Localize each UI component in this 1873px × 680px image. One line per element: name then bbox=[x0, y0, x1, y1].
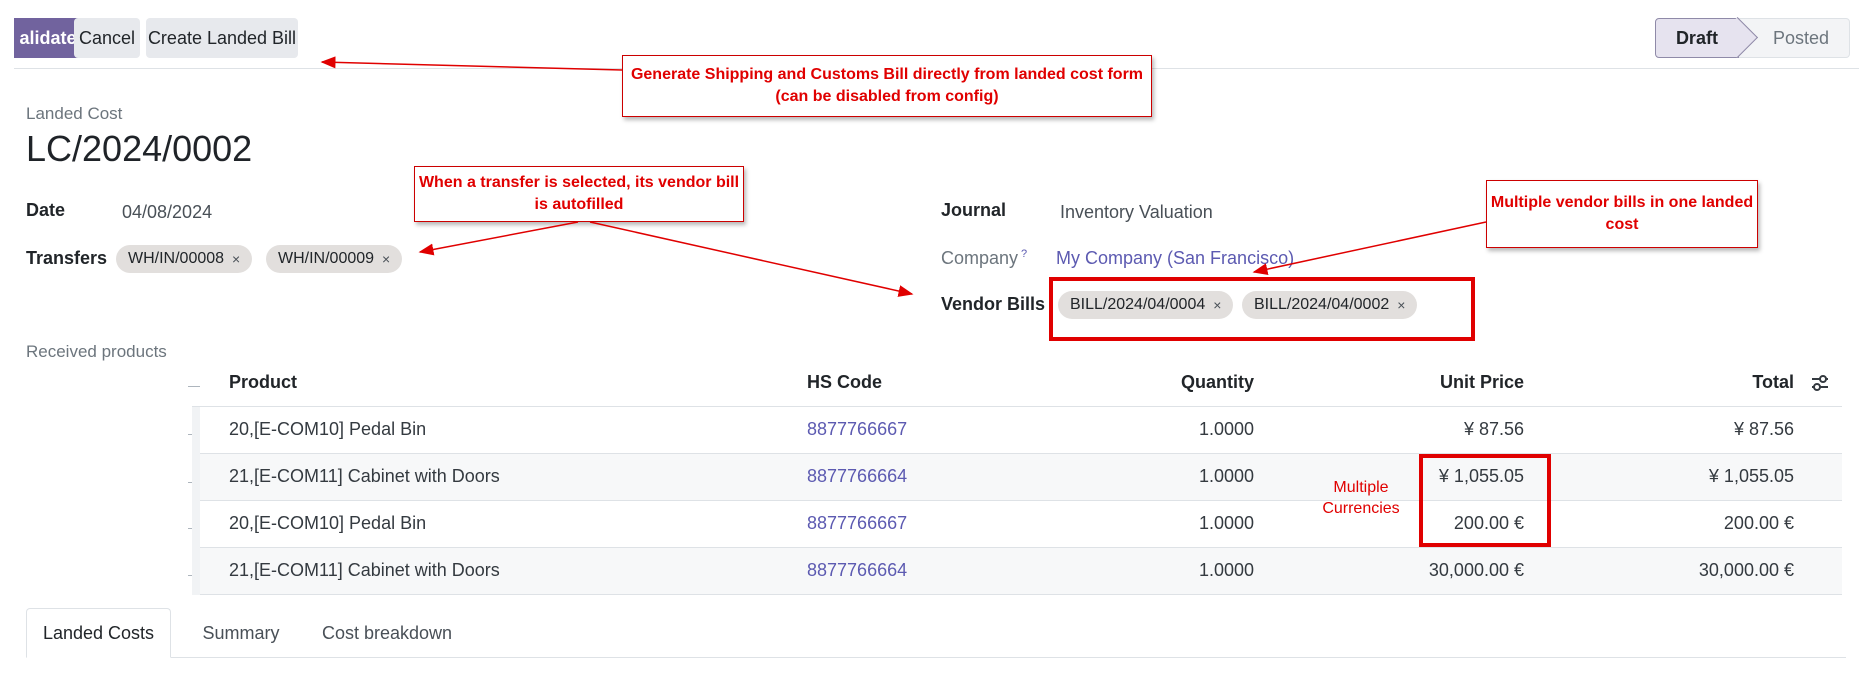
control-panel: alidate Cancel Create Landed Bill Draft … bbox=[14, 0, 1860, 62]
received-products-label: Received products bbox=[26, 342, 167, 361]
table-row[interactable]: 20,[E-COM10] Pedal Bin 8877766667 1.0000… bbox=[192, 407, 1842, 454]
notebook-tabs: Landed Costs Summary Cost breakdown bbox=[26, 608, 1846, 658]
cell-total: ¥ 87.56 bbox=[1733, 419, 1794, 439]
column-header-quantity[interactable]: Quantity bbox=[1114, 372, 1254, 393]
table-row[interactable]: 20,[E-COM10] Pedal Bin 8877766667 1.0000… bbox=[192, 501, 1842, 548]
tab-cost-breakdown[interactable]: Cost breakdown bbox=[312, 608, 462, 658]
highlight-unit-prices bbox=[1419, 454, 1551, 547]
torn-edge bbox=[1859, 0, 1873, 680]
annotation-vendor-bills: Multiple vendor bills in one landed cost bbox=[1486, 180, 1758, 248]
status-bar: Draft Posted bbox=[1654, 18, 1850, 58]
table-row[interactable]: 21,[E-COM11] Cabinet with Doors 88777666… bbox=[192, 454, 1842, 501]
cell-unit-price: ¥ 87.56 bbox=[1463, 419, 1524, 439]
status-draft[interactable]: Draft bbox=[1654, 18, 1739, 58]
highlight-vendor-bills bbox=[1049, 277, 1475, 341]
table-row[interactable]: 21,[E-COM11] Cabinet with Doors 88777666… bbox=[192, 548, 1842, 595]
cell-product: 20,[E-COM10] Pedal Bin bbox=[229, 513, 427, 533]
cell-total: 30,000.00 € bbox=[1698, 560, 1794, 580]
cell-hs-code[interactable]: 8877766667 bbox=[807, 513, 907, 534]
cell-unit-price: 30,000.00 € bbox=[1428, 560, 1524, 580]
cell-product: 20,[E-COM10] Pedal Bin bbox=[229, 419, 427, 439]
page-title: LC/2024/0002 bbox=[26, 128, 253, 169]
annotation-transfer: When a transfer is selected, its vendor … bbox=[414, 166, 744, 222]
company-field[interactable]: My Company (San Francisco) bbox=[1056, 248, 1294, 269]
cell-total: ¥ 1,055.05 bbox=[1708, 466, 1794, 486]
cell-quantity: 1.0000 bbox=[1198, 513, 1254, 533]
help-icon[interactable]: ? bbox=[1021, 248, 1027, 260]
transfers-label: Transfers bbox=[26, 248, 108, 268]
tab-summary[interactable]: Summary bbox=[186, 608, 296, 658]
torn-edge bbox=[0, 668, 1873, 680]
cancel-button[interactable]: Cancel bbox=[74, 18, 140, 58]
sliders-icon[interactable] bbox=[1810, 373, 1830, 398]
cell-quantity: 1.0000 bbox=[1198, 560, 1254, 580]
row-handle-strip bbox=[192, 407, 200, 595]
cell-product: 21,[E-COM11] Cabinet with Doors bbox=[229, 466, 500, 486]
create-landed-bill-button[interactable]: Create Landed Bill bbox=[146, 18, 298, 58]
close-icon[interactable]: × bbox=[232, 251, 240, 267]
close-icon[interactable]: × bbox=[382, 251, 390, 267]
date-field[interactable]: 04/08/2024 bbox=[122, 202, 212, 223]
cell-quantity: 1.0000 bbox=[1198, 419, 1254, 439]
transfer-tag[interactable]: WH/IN/00009 × bbox=[266, 245, 403, 273]
column-header-total[interactable]: Total bbox=[1654, 372, 1794, 393]
record-type-label: Landed Cost bbox=[26, 104, 123, 123]
tag-label: WH/IN/00008 bbox=[128, 250, 225, 267]
date-label: Date bbox=[26, 200, 66, 220]
cell-product: 21,[E-COM11] Cabinet with Doors bbox=[229, 560, 500, 580]
cell-hs-code[interactable]: 8877766664 bbox=[807, 466, 907, 487]
cell-quantity: 1.0000 bbox=[1198, 466, 1254, 486]
cell-hs-code[interactable]: 8877766664 bbox=[807, 560, 907, 581]
column-header-unit-price[interactable]: Unit Price bbox=[1384, 372, 1524, 393]
journal-field[interactable]: Inventory Valuation bbox=[1060, 202, 1213, 223]
row-handle bbox=[188, 386, 200, 387]
company-label: Company? bbox=[941, 248, 1028, 268]
tag-label: WH/IN/00009 bbox=[278, 250, 375, 267]
column-header-hs-code[interactable]: HS Code bbox=[807, 372, 882, 393]
cell-total: 200.00 € bbox=[1723, 513, 1794, 533]
transfer-tag[interactable]: WH/IN/00008 × bbox=[116, 245, 253, 273]
vendor-bills-label: Vendor Bills bbox=[941, 294, 1046, 314]
journal-label: Journal bbox=[941, 200, 1007, 220]
annotation-currencies: Multiple Currencies bbox=[1322, 479, 1400, 517]
annotation-create-bill: Generate Shipping and Customs Bill direc… bbox=[622, 55, 1152, 117]
column-header-product[interactable]: Product bbox=[229, 372, 297, 393]
cell-hs-code[interactable]: 8877766667 bbox=[807, 419, 907, 440]
tab-landed-costs[interactable]: Landed Costs bbox=[26, 608, 171, 658]
